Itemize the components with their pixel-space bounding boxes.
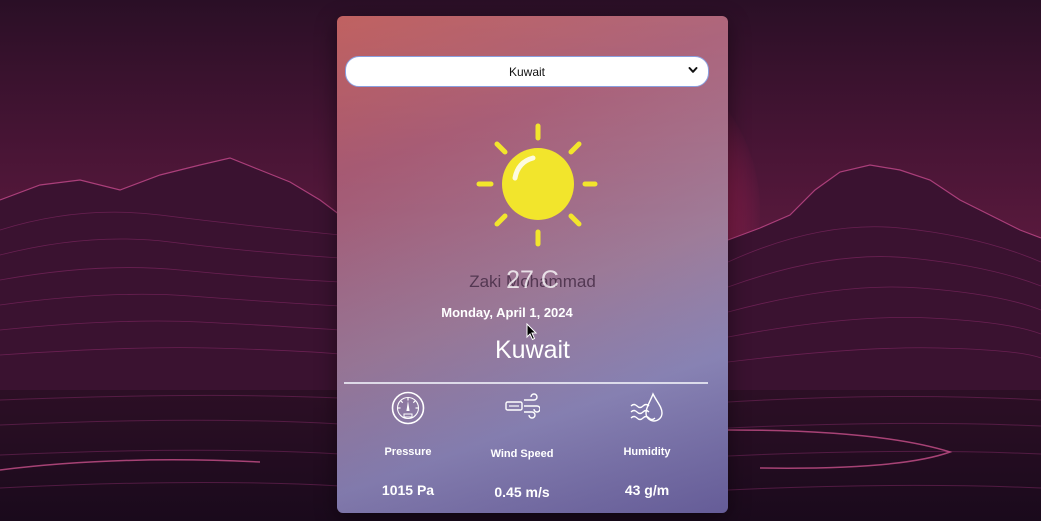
divider [344, 382, 708, 384]
stat-humidity: Humidity 43 g/m [592, 390, 702, 498]
mouse-cursor-icon [526, 323, 538, 341]
wind-icon [505, 393, 540, 419]
stat-label: Humidity [623, 446, 671, 458]
stat-value: 1015 Pa [381, 482, 435, 498]
stat-wind-speed: Wind Speed 0.45 m/s [467, 392, 577, 500]
stat-pressure: Pressure 1015 Pa [353, 390, 463, 498]
stat-value: 0.45 m/s [494, 484, 550, 500]
pressure-gauge-icon [391, 391, 425, 425]
stat-label: Pressure [384, 446, 432, 458]
stat-label: Wind Speed [490, 448, 554, 460]
sun-icon [476, 123, 598, 247]
city-select[interactable]: Kuwait [345, 56, 709, 87]
date-text: Monday, April 1, 2024 [441, 305, 573, 320]
weather-card: Kuwait Zaki Mohammad 27 C Monday, April … [337, 16, 728, 513]
stat-value: 43 g/m [624, 482, 670, 498]
temperature: 27 C [506, 266, 559, 294]
chevron-down-icon [688, 67, 698, 73]
humidity-icon [630, 392, 663, 422]
city-select-value: Kuwait [508, 64, 546, 79]
